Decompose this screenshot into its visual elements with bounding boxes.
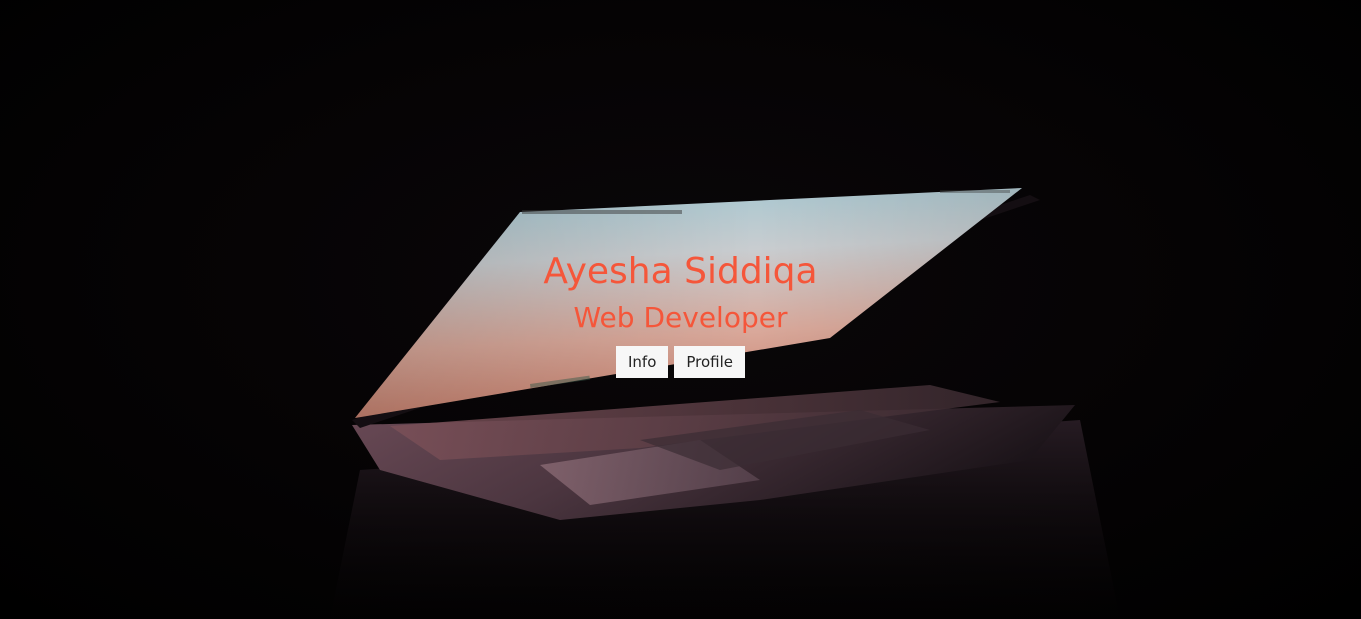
- info-button[interactable]: Info: [615, 346, 669, 378]
- hero-name: Ayesha Siddiqa: [543, 251, 818, 292]
- profile-button[interactable]: Profile: [674, 346, 746, 378]
- hero-section: Ayesha Siddiqa Web Developer Info Profil…: [0, 0, 1361, 619]
- hero-text-block: Ayesha Siddiqa Web Developer Info Profil…: [0, 250, 1361, 378]
- hero-job-title: Web Developer: [573, 301, 788, 334]
- hero-button-group: Info Profile: [0, 346, 1361, 378]
